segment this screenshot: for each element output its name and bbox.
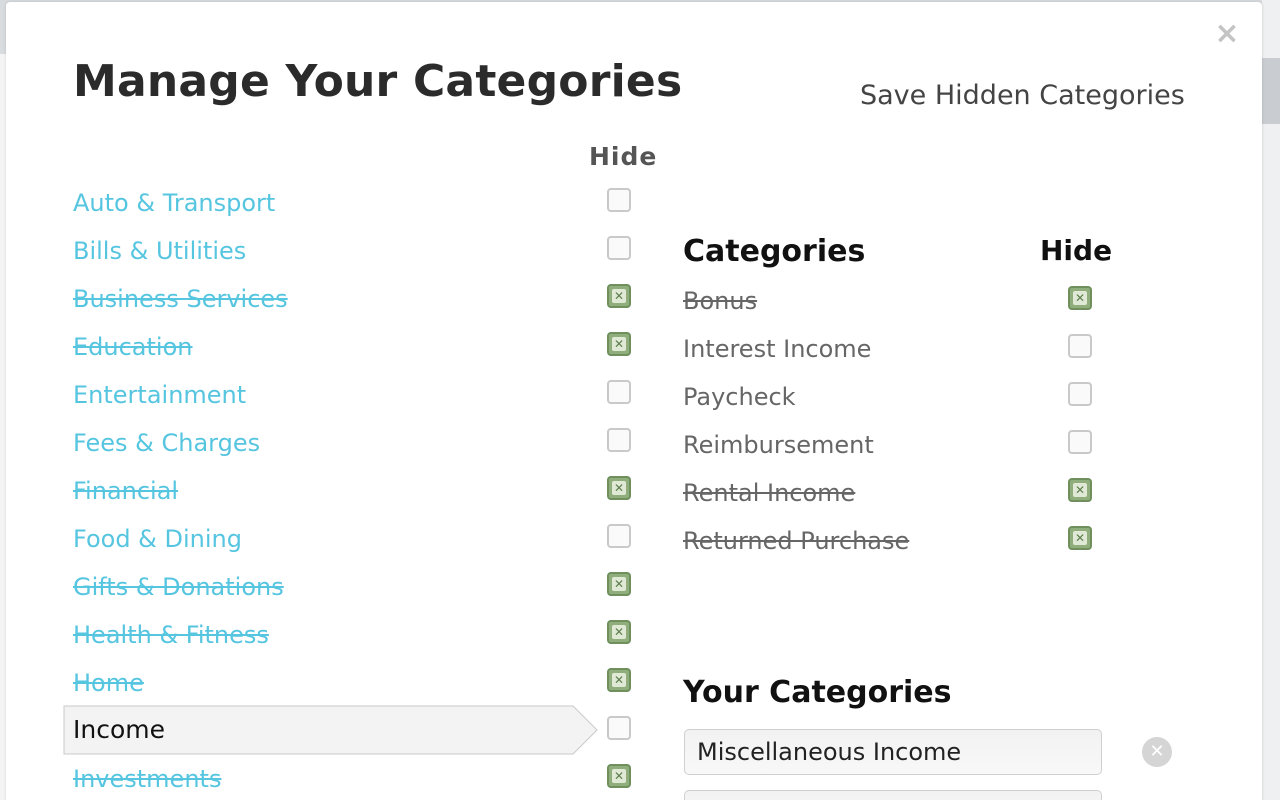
category-link[interactable]: Food & Dining (73, 523, 242, 555)
category-link[interactable]: Gifts & Donations (73, 571, 284, 603)
hide-checkbox[interactable] (607, 332, 631, 356)
hide-checkbox[interactable] (607, 236, 631, 260)
hide-checkbox[interactable] (1068, 526, 1092, 550)
category-link[interactable]: Home (73, 667, 144, 699)
hide-checkbox[interactable] (607, 380, 631, 404)
close-icon[interactable]: × (1213, 19, 1241, 49)
subcategory-label: Bonus (683, 287, 758, 315)
hide-checkbox[interactable] (607, 476, 631, 500)
category-link[interactable]: Investments (73, 763, 221, 795)
subcategory-label: Returned Purchase (683, 527, 910, 555)
category-link[interactable]: Bills & Utilities (73, 235, 246, 267)
hide-checkbox[interactable] (607, 188, 631, 212)
page-title: Manage Your Categories (73, 56, 683, 107)
backdrop-right-panel (1262, 0, 1280, 800)
selected-category-row[interactable]: Income (63, 705, 598, 755)
hide-checkbox[interactable] (1068, 334, 1092, 358)
hide-checkbox[interactable] (607, 572, 631, 596)
hide-checkbox[interactable] (607, 524, 631, 548)
custom-category-input[interactable]: Miscellaneous Income (684, 729, 1102, 775)
hide-checkbox[interactable] (607, 716, 631, 740)
subcategories-hide-header: Hide (1040, 234, 1113, 267)
save-hidden-categories-link[interactable]: Save Hidden Categories (860, 80, 1185, 111)
category-label: Income (73, 715, 165, 744)
subcategory-label: Rental Income (683, 479, 856, 507)
category-link[interactable]: Entertainment (73, 379, 246, 411)
backdrop-strip (1262, 58, 1280, 124)
category-link[interactable]: Fees & Charges (73, 427, 260, 459)
category-link[interactable]: Education (73, 331, 192, 363)
x-circle-icon[interactable]: ✕ (1142, 737, 1172, 767)
new-category-input[interactable] (684, 790, 1102, 800)
hide-checkbox[interactable] (1068, 430, 1092, 454)
hide-checkbox[interactable] (607, 428, 631, 452)
subcategories-title: Categories (683, 234, 866, 269)
your-categories-title: Your Categories (683, 675, 952, 710)
category-link[interactable]: Financial (73, 475, 178, 507)
hide-checkbox[interactable] (607, 764, 631, 788)
hide-checkbox[interactable] (1068, 382, 1092, 406)
subcategory-label: Interest Income (683, 335, 872, 363)
hide-column-header: Hide (589, 142, 658, 171)
hide-checkbox[interactable] (607, 284, 631, 308)
subcategory-label: Reimbursement (683, 431, 874, 459)
hide-checkbox[interactable] (607, 668, 631, 692)
subcategory-label: Paycheck (683, 383, 796, 411)
hide-checkbox[interactable] (1068, 478, 1092, 502)
category-link[interactable]: Health & Fitness (73, 619, 269, 651)
category-link[interactable]: Auto & Transport (73, 187, 275, 219)
category-link[interactable]: Business Services (73, 283, 288, 315)
hide-checkbox[interactable] (1068, 286, 1092, 310)
hide-checkbox[interactable] (607, 620, 631, 644)
